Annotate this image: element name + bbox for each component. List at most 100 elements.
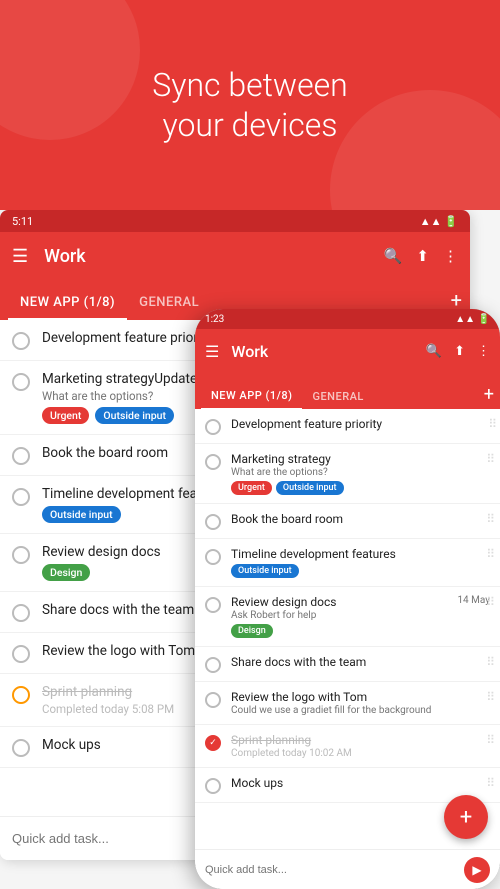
hero-section: Sync between your devices <box>0 0 500 210</box>
phone-task-radio[interactable] <box>205 454 221 470</box>
phone-more-icon[interactable]: ⋮ <box>477 344 490 359</box>
phone-status-bar: 1:23 ▲▲ 🔋 <box>195 309 500 329</box>
tablet-status-bar: 5:11 ▲▲ 🔋 <box>0 210 470 232</box>
task-radio[interactable] <box>12 332 30 350</box>
list-item: Development feature priority ⠿ <box>195 409 500 444</box>
phone-task-subtitle: What are the options? <box>231 467 490 478</box>
phone-tab-new-app[interactable]: NEW APP (1/8) <box>201 383 302 410</box>
phone-task-title: Review design docs <box>231 595 336 609</box>
task-radio[interactable] <box>12 686 30 704</box>
phone-task-header: Review design docs 14 May <box>231 595 490 609</box>
list-item: Sprint planning Completed today 10:02 AM… <box>195 725 500 768</box>
hero-decoration-right <box>330 90 500 210</box>
list-item: Share docs with the team ⠿ <box>195 647 500 682</box>
phone-task-content: Sprint planning Completed today 10:02 AM <box>231 733 490 759</box>
phone-task-date: 14 May <box>457 595 490 606</box>
phone-tag-design: Deisgn <box>231 624 273 638</box>
phone-task-content: Review design docs 14 May Ask Robert for… <box>231 595 490 638</box>
phone-task-title: Share docs with the team <box>231 655 490 669</box>
phone-task-content: Timeline development features Outside in… <box>231 547 490 578</box>
phone-time: 1:23 <box>205 314 224 325</box>
phone-task-content: Review the logo with Tom Could we use a … <box>231 690 490 716</box>
task-radio[interactable] <box>12 373 30 391</box>
phone-task-content: Mock ups <box>231 776 490 790</box>
phone-task-radio[interactable] <box>205 692 221 708</box>
phone-task-title: Review the logo with Tom <box>231 690 490 704</box>
tablet-tab-general[interactable]: GENERAL <box>127 287 211 318</box>
phone-task-radio[interactable] <box>205 514 221 530</box>
task-radio[interactable] <box>12 604 30 622</box>
tablet-header: ☰ Work 🔍 ⬆ ⋮ <box>0 232 470 280</box>
list-item: Book the board room ⠿ <box>195 504 500 539</box>
phone-task-title: Sprint planning <box>231 733 490 747</box>
phone-task-title: Mock ups <box>231 776 490 790</box>
tablet-share-icon[interactable]: ⬆ <box>416 247 429 265</box>
drag-handle-icon[interactable]: ⠿ <box>486 512 495 526</box>
drag-handle-icon[interactable]: ⠿ <box>486 595 495 609</box>
drag-handle-icon[interactable]: ⠿ <box>486 690 495 704</box>
list-item: Timeline development features Outside in… <box>195 539 500 587</box>
phone-add-tab-button[interactable]: + <box>484 384 494 409</box>
task-radio[interactable] <box>12 447 30 465</box>
phone-tag-outside-input: Outside input <box>231 564 299 578</box>
phone-menu-icon[interactable]: ☰ <box>205 342 219 361</box>
phone-task-title: Marketing strategy <box>231 452 490 466</box>
drag-handle-icon[interactable]: ⠿ <box>488 417 495 431</box>
phone-tag-urgent: Urgent <box>231 481 272 495</box>
task-radio[interactable] <box>12 739 30 757</box>
phone-task-tags: Deisgn <box>231 624 490 638</box>
phone-task-content: Share docs with the team <box>231 655 490 669</box>
tag-urgent: Urgent <box>42 407 89 424</box>
task-radio[interactable] <box>12 645 30 663</box>
phone-bottom-area: + ▶ <box>195 849 500 889</box>
list-item: Marketing strategy What are the options?… <box>195 444 500 504</box>
drag-handle-icon[interactable]: ⠿ <box>486 452 495 466</box>
list-item: Review the logo with Tom Could we use a … <box>195 682 500 725</box>
phone-search-icon[interactable]: 🔍 <box>426 344 442 359</box>
phone-send-button[interactable]: ▶ <box>464 857 490 883</box>
phone-header: ☰ Work 🔍 ⬆ ⋮ <box>195 329 500 373</box>
phone-task-content: Book the board room <box>231 512 490 526</box>
phone-task-radio[interactable] <box>205 778 221 794</box>
tablet-header-actions: 🔍 ⬆ ⋮ <box>384 247 458 265</box>
phone-task-title: Development feature priority <box>231 417 490 431</box>
tablet-search-icon[interactable]: 🔍 <box>384 247 403 265</box>
phone-task-title: Timeline development features <box>231 547 490 561</box>
hero-line1: Sync between <box>152 65 348 105</box>
tag-outside-input: Outside input <box>95 407 174 424</box>
phone-task-radio-checked[interactable] <box>205 735 221 751</box>
task-radio[interactable] <box>12 546 30 564</box>
phone-task-title: Book the board room <box>231 512 490 526</box>
hero-line2: your devices <box>152 105 348 145</box>
phone-task-subtitle: Ask Robert for help <box>231 610 490 621</box>
tablet-more-icon[interactable]: ⋮ <box>443 247 458 265</box>
drag-handle-icon[interactable]: ⠿ <box>486 733 495 747</box>
phone-header-title: Work <box>231 342 268 361</box>
phone-task-content: Development feature priority <box>231 417 490 431</box>
phone-status-icons: ▲▲ 🔋 <box>455 314 490 325</box>
phone-task-subtitle: Completed today 10:02 AM <box>231 748 490 759</box>
phone-task-tags: Urgent Outside input <box>231 481 490 495</box>
tag-outside-input: Outside input <box>42 506 121 523</box>
phone-task-radio[interactable] <box>205 597 221 613</box>
drag-handle-icon[interactable]: ⠿ <box>486 655 495 669</box>
phone-fab-button[interactable]: + <box>444 795 488 839</box>
phone-header-actions: 🔍 ⬆ ⋮ <box>426 344 490 359</box>
drag-handle-icon[interactable]: ⠿ <box>486 776 495 790</box>
tablet-header-title: Work <box>44 246 86 267</box>
drag-handle-icon[interactable]: ⠿ <box>486 547 495 561</box>
phone-task-subtitle: Could we use a gradiet fill for the back… <box>231 705 490 716</box>
phone-task-radio[interactable] <box>205 549 221 565</box>
phone-task-radio[interactable] <box>205 657 221 673</box>
phone-quick-add-input[interactable] <box>205 864 464 876</box>
phone-task-content: Marketing strategy What are the options?… <box>231 452 490 495</box>
phone-quick-add-bar: ▶ <box>195 849 500 889</box>
phone-tab-general[interactable]: GENERAL <box>302 384 373 409</box>
phone-share-icon[interactable]: ⬆ <box>454 344 465 359</box>
tablet-tab-new-app[interactable]: NEW APP (1/8) <box>8 287 127 320</box>
tablet-menu-icon[interactable]: ☰ <box>12 246 28 267</box>
phone-task-radio[interactable] <box>205 419 221 435</box>
phone-task-list: Development feature priority ⠿ Marketing… <box>195 409 500 849</box>
task-radio[interactable] <box>12 488 30 506</box>
hero-decoration-left <box>0 0 140 140</box>
